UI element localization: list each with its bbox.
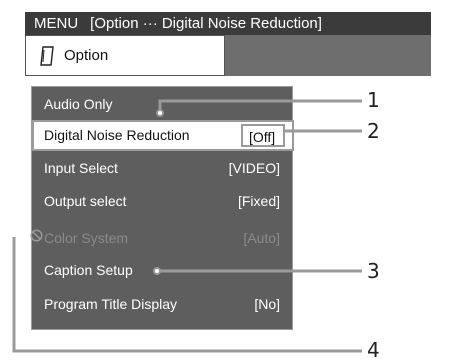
- callout-number-1: 1: [367, 88, 380, 112]
- callout-number-2: 2: [367, 119, 380, 143]
- callout-number-4: 4: [367, 338, 380, 362]
- callout-number-3: 3: [367, 259, 380, 283]
- callout-leader-lines: [12, 99, 362, 353]
